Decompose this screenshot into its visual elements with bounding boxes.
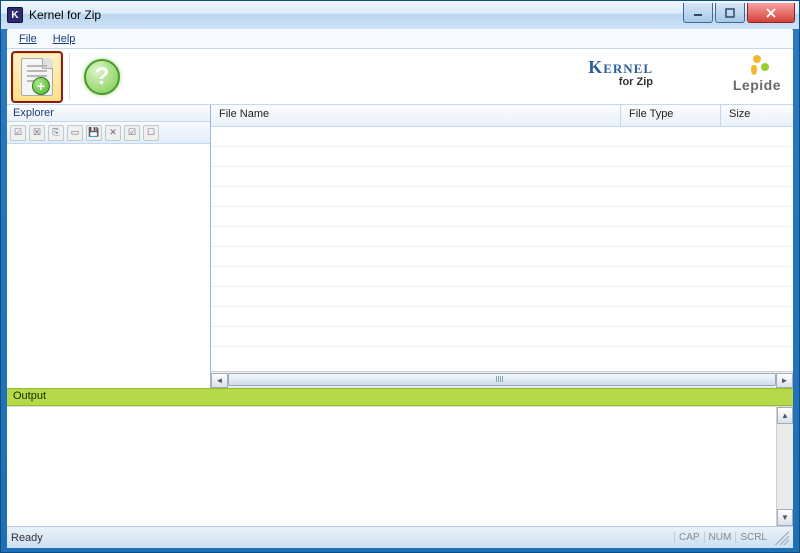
tool-btn-5[interactable]: 💾 bbox=[86, 125, 102, 141]
tool-btn-8[interactable]: ☐ bbox=[143, 125, 159, 141]
minimize-button[interactable] bbox=[683, 3, 713, 23]
tool-btn-4[interactable]: ▭ bbox=[67, 125, 83, 141]
scroll-left-icon[interactable]: ◄ bbox=[211, 373, 228, 388]
scroll-thumb[interactable] bbox=[228, 373, 776, 386]
col-size[interactable]: Size bbox=[721, 105, 793, 126]
scroll-up-icon[interactable]: ▲ bbox=[777, 407, 793, 424]
output-title: Output bbox=[7, 388, 793, 406]
window-controls bbox=[683, 3, 797, 23]
add-file-button[interactable]: + bbox=[11, 51, 63, 103]
file-list-pane: File Name File Type Size ◄ ► bbox=[211, 105, 793, 388]
tool-btn-1[interactable]: ☑ bbox=[10, 125, 26, 141]
company-logo-block: Lepide bbox=[733, 55, 781, 93]
help-button[interactable]: ? bbox=[76, 51, 128, 103]
menubar: File Help bbox=[7, 29, 793, 49]
scroll-track[interactable] bbox=[228, 373, 776, 388]
explorer-title: Explorer bbox=[7, 105, 210, 122]
window-title: Kernel for Zip bbox=[29, 8, 683, 22]
menu-help[interactable]: Help bbox=[45, 31, 84, 47]
indicator-scrl: SCRL bbox=[735, 532, 771, 543]
menu-file[interactable]: File bbox=[11, 31, 45, 47]
status-text: Ready bbox=[11, 532, 674, 544]
tool-btn-2[interactable]: ☒ bbox=[29, 125, 45, 141]
tool-btn-7[interactable]: ☑ bbox=[124, 125, 140, 141]
main-content: Explorer ☑ ☒ ⎘ ▭ 💾 ✕ ☑ ☐ File Name File … bbox=[7, 105, 793, 388]
company-name: Lepide bbox=[733, 77, 781, 93]
app-window: K Kernel for Zip File Help + ? bbox=[0, 0, 800, 553]
indicator-num: NUM bbox=[704, 532, 736, 543]
col-file-name[interactable]: File Name bbox=[211, 105, 621, 126]
explorer-toolbar: ☑ ☒ ⎘ ▭ 💾 ✕ ☑ ☐ bbox=[7, 122, 210, 144]
grid-header: File Name File Type Size bbox=[211, 105, 793, 127]
toolbar-separator bbox=[69, 53, 70, 101]
horizontal-scrollbar[interactable]: ◄ ► bbox=[211, 371, 793, 388]
output-pane[interactable]: ▲ ▼ bbox=[7, 406, 793, 526]
lepide-logo-icon bbox=[743, 55, 771, 77]
plus-badge-icon: + bbox=[32, 77, 50, 95]
scroll-vtrack[interactable] bbox=[777, 424, 793, 509]
tool-btn-6[interactable]: ✕ bbox=[105, 125, 121, 141]
scroll-right-icon[interactable]: ► bbox=[776, 373, 793, 388]
app-icon: K bbox=[7, 7, 23, 23]
col-file-type[interactable]: File Type bbox=[621, 105, 721, 126]
document-add-icon: + bbox=[21, 58, 53, 96]
indicator-cap: CAP bbox=[674, 532, 704, 543]
close-button[interactable] bbox=[747, 3, 795, 23]
brand-block: Kernel for Zip bbox=[588, 57, 653, 88]
statusbar: Ready CAP NUM SCRL bbox=[7, 526, 793, 548]
grid-body[interactable] bbox=[211, 127, 793, 371]
explorer-pane: Explorer ☑ ☒ ⎘ ▭ 💾 ✕ ☑ ☐ bbox=[7, 105, 211, 388]
file-tree[interactable] bbox=[7, 144, 210, 388]
brand-name: Kernel bbox=[588, 57, 653, 78]
scroll-down-icon[interactable]: ▼ bbox=[777, 509, 793, 526]
maximize-button[interactable] bbox=[715, 3, 745, 23]
titlebar[interactable]: K Kernel for Zip bbox=[1, 1, 799, 29]
toolbar: + ? Kernel for Zip Lepide bbox=[7, 49, 793, 105]
tool-btn-3[interactable]: ⎘ bbox=[48, 125, 64, 141]
resize-grip-icon[interactable] bbox=[775, 531, 789, 545]
output-vertical-scrollbar[interactable]: ▲ ▼ bbox=[776, 407, 793, 526]
help-icon: ? bbox=[84, 59, 120, 95]
